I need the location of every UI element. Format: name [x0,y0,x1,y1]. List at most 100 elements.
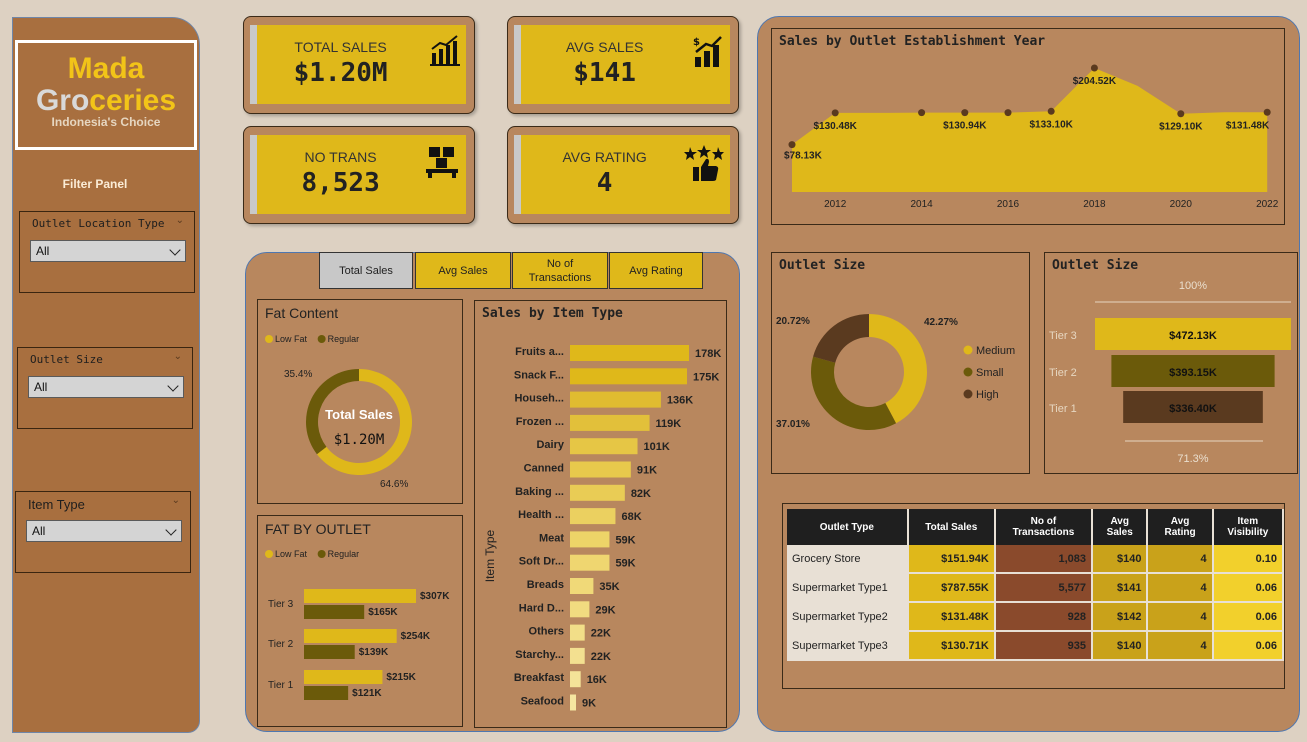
brand-tagline: Indonesia's Choice [51,115,161,129]
tier-label: Tier 2 [1049,367,1077,379]
category-label: Hard D... [519,602,564,614]
table-row: Supermarket Type2 $131.48K 928 $142 4 0.06 [787,603,1284,632]
category-label: Meat [539,532,564,544]
bar-value-label: 22K [591,628,611,640]
bar-value-label: 29K [595,604,615,616]
donut-center-value: $1.20M [334,432,385,448]
bar-value-label: 16K [587,674,607,686]
table-cell: 5,577 [995,574,1093,603]
category-label: Health ... [518,509,564,521]
category-label: Househ... [514,393,564,405]
item-bar [570,554,610,571]
slice-label: 64.6% [380,479,408,490]
item-type-select[interactable]: All [26,520,182,542]
point-value-label: $204.52K [1073,76,1117,87]
tab-avg-sales[interactable]: Avg Sales [415,252,511,289]
column-header[interactable]: Avg Rating [1148,509,1214,545]
item-bar [570,391,661,408]
table-cell: 4 [1148,603,1214,632]
slicer-label: Item Type [28,497,85,512]
outlet-size-select[interactable]: All [28,376,184,398]
legend-dot [265,550,273,558]
tab-no-of-transactions[interactable]: No of Transactions [512,252,608,289]
brand-line2: Groceries [35,84,177,117]
table-cell: 4 [1148,574,1214,603]
tier-label: Tier 3 [1049,330,1077,342]
category-label: Snack F... [514,369,564,381]
kpi-no-trans: NO TRANS 8,523 [243,126,475,224]
dropdown-arrow-icon [165,524,177,536]
data-point [918,109,926,117]
table-cell: $140 [1093,545,1149,574]
data-point [1263,108,1271,116]
outlet-size-donut-chart: 42.27% 37.01% 20.72% Medium Small High [776,314,1015,430]
axis-label: Tier 2 [268,639,294,650]
legend-dot [963,345,973,355]
outlet-size-funnel-chart: 100% Tier 3 $472.13K Tier 2 $393.15K Tier 1 $3… [1049,280,1291,465]
legend-dot [317,335,326,343]
item-bar [570,508,616,525]
chevron-down-icon[interactable]: ⌄ [174,351,182,362]
funnel-value-label: $472.13K [1169,330,1217,342]
item-bar [570,601,590,618]
bar-value-label: 59K [615,534,635,546]
category-label: Fruits a... [515,346,564,358]
slicer-item-type: Item Type ⌄ All [15,491,191,573]
bar-value-label: $307K [420,591,450,602]
table-row: Supermarket Type1 $787.55K 5,577 $141 4 0.06 [787,574,1284,603]
chevron-down-icon[interactable]: ⌄ [172,495,180,506]
data-point [1004,109,1012,117]
tier-label: Tier 1 [1049,403,1077,415]
donut-slice-high [813,314,869,363]
table-cell: 4 [1148,545,1214,574]
bar-chart-icon [430,35,460,66]
category-label: Others [529,626,564,638]
column-header[interactable]: Total Sales [908,509,996,545]
bar-value-label: $121K [352,688,382,699]
item-bar [570,484,625,501]
slice-label: 42.27% [924,317,958,328]
item-bar [570,578,594,594]
table-cell: Supermarket Type2 [787,603,909,632]
table-cell: 0.06 [1213,574,1284,603]
fat-by-outlet-panel: FAT BY OUTLET Low Fat Regular Tier 3 $307K $… [257,515,463,727]
axis-label: Tier 3 [268,599,294,610]
legend-dot [317,550,326,558]
outlet-location-select[interactable]: All [30,240,186,262]
column-header[interactable]: Outlet Type [787,509,909,545]
tab-avg-rating[interactable]: Avg Rating [609,252,703,289]
item-bar [570,438,638,455]
slicer-label: Outlet Size [30,353,103,366]
column-header[interactable]: Avg Sales [1093,509,1149,545]
column-header[interactable]: Item Visibility [1213,509,1284,545]
point-value-label: $131.48K [1226,120,1270,131]
filter-panel-title: Filter Panel [62,177,128,191]
slice-label: 20.72% [776,316,810,327]
bar-value-label: $215K [386,672,416,683]
table-cell: Grocery Store [787,545,909,574]
table-cell: 0.06 [1213,603,1284,632]
sales-by-year-area-chart: $78.13K $130.48K $130.94K $133.10K $204.52K $… [784,64,1279,210]
x-tick-label: 2012 [824,199,847,210]
bar-value-label: 136K [667,395,693,407]
item-bar [570,414,650,431]
outlet-size-funnel-panel: Outlet Size 100% Tier 3 $472.13K Tier 2 $393… [1044,252,1298,474]
legend-dot [963,389,973,399]
point-value-label: $130.48K [814,121,858,132]
category-label: Soft Dr... [519,556,564,568]
bar-value-label: 82K [631,488,651,500]
tab-total-sales[interactable]: Total Sales [319,252,413,289]
column-header[interactable]: No of Transactions [995,509,1093,545]
table-cell: Supermarket Type1 [787,574,909,603]
x-tick-label: 2022 [1256,199,1279,210]
table-cell: $151.94K [908,545,996,574]
bar-value-label: 35K [599,581,619,593]
bar-value-label: 9K [582,698,596,710]
table-cell: $787.55K [908,574,996,603]
legend-label: Low Fat [275,334,308,344]
bar-value-label: $254K [401,631,431,642]
chevron-down-icon[interactable]: ⌄ [176,215,184,226]
table-cell: 1,083 [995,545,1093,574]
category-label: Starchy... [515,649,564,661]
kpi-avg-rating: AVG RATING 4 [507,126,739,224]
